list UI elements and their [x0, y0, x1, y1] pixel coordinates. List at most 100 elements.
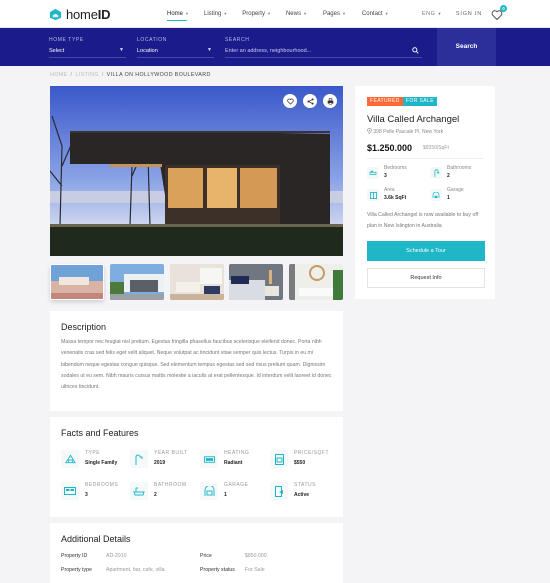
spec-bedrooms: Bedrooms 3 [367, 164, 427, 184]
radiator-icon [200, 450, 218, 468]
thumbnail-modern-house[interactable] [109, 264, 164, 300]
map-pin-icon [367, 127, 372, 134]
nav-property[interactable]: Property ▼ [242, 0, 271, 28]
print-icon [327, 97, 333, 105]
detail-price: Price [200, 553, 212, 559]
location-field[interactable]: LOCATION Location ▼ [137, 37, 214, 59]
search-button[interactable]: Search [437, 28, 496, 66]
thumbnail-image [109, 264, 164, 300]
chevron-down-icon: ▼ [185, 11, 189, 16]
language-selector[interactable]: ENG ▼ [422, 11, 442, 17]
favorite-button[interactable] [283, 94, 297, 108]
breadcrumb-current: VILLA ON HOLLYWOOD BOULEVARD [106, 72, 211, 78]
detail-property-status-value: For Sale [245, 567, 265, 573]
caret-down-icon: ▼ [119, 47, 124, 53]
breadcrumb: HOME / LISTING / VILLA ON HOLLYWOOD BOULEVAR… [50, 72, 211, 78]
fact-garage: GARAGE 1 [200, 480, 270, 502]
share-icon [306, 97, 314, 105]
print-button[interactable] [323, 94, 337, 108]
nav-pages[interactable]: Pages ▼ [323, 0, 346, 28]
location-label: LOCATION [137, 37, 167, 43]
sign-in-link[interactable]: SIGN IN [456, 11, 482, 17]
thumbnail-image [229, 264, 284, 300]
breadcrumb-listing[interactable]: LISTING [75, 72, 98, 78]
logo-icon [49, 8, 62, 21]
request-info-button[interactable]: Request Info [367, 268, 485, 288]
fact-price-sqft: PRICE/SQFT $550 [270, 448, 340, 470]
status-icon [270, 482, 288, 500]
fact-status: STATUS Active [270, 480, 340, 502]
fact-heating: HEATING Radiant [200, 448, 270, 470]
spec-garage: Garage 1 [430, 186, 490, 206]
nav-contact[interactable]: Contact ▼ [362, 0, 389, 28]
house-icon [61, 450, 79, 468]
thumbnail-bathroom[interactable] [289, 264, 343, 300]
description-section: Description Massa tempor nec feugiat nis… [50, 311, 343, 411]
search-input[interactable]: Enter an address, neighbourhood... [225, 47, 422, 58]
garage-icon [200, 482, 218, 500]
detail-price-value: $850.000 [245, 553, 267, 559]
detail-property-type-value: Apartment, bar, cafe, villa [106, 567, 165, 573]
bed-icon [367, 167, 379, 179]
price-per-sqft: $9350/SqFt [423, 145, 449, 151]
breadcrumb-home[interactable]: HOME [50, 72, 68, 78]
description-text: Massa tempor nec feugiat nisl pretium. E… [61, 339, 332, 391]
logo-text: homeID [66, 7, 111, 22]
search-icon [412, 47, 419, 54]
facts-features-section: Facts and Features TYPE Single Family YE… [50, 417, 343, 517]
fact-bedrooms: BEDROOMS 3 [61, 480, 131, 502]
listing-summary-card: FEATURED FOR SALE Villa Called Archangel… [355, 86, 495, 299]
nav-news[interactable]: News ▼ [286, 0, 307, 28]
chevron-down-icon: ▼ [302, 11, 307, 16]
faucet-icon [130, 450, 148, 468]
schedule-tour-button[interactable]: Schedule a Tour [367, 241, 485, 261]
nav-listing[interactable]: Listing ▼ [204, 0, 227, 28]
search-label: SEARCH [225, 37, 250, 43]
home-type-label: HOME TYPE [49, 37, 84, 43]
home-type-field[interactable]: HOME TYPE Select ▼ [49, 37, 126, 59]
property-title: Villa Called Archangel [367, 114, 460, 125]
main-property-image[interactable] [50, 86, 343, 256]
price-tag-icon [270, 450, 288, 468]
detail-property-id-value: AD-2910 [106, 553, 127, 559]
chevron-down-icon: ▼ [437, 11, 442, 16]
logo[interactable]: homeID [49, 7, 111, 22]
garage-icon [430, 189, 442, 201]
heart-icon [286, 98, 294, 105]
for-sale-badge: FOR SALE [403, 97, 437, 106]
detail-property-status: Property status [200, 567, 235, 573]
wishlist-button[interactable]: 0 [491, 5, 507, 21]
header-actions: ENG ▼ SIGN IN 0 [422, 0, 507, 28]
facts-title: Facts and Features [61, 428, 139, 438]
property-price: $1.250.000 [367, 143, 413, 153]
thumbnail-image [51, 265, 103, 299]
top-header: homeID Home ▼ Listing ▼ Property ▼ News ▼ Pa… [0, 0, 550, 28]
thumbnail-living-room[interactable] [169, 264, 224, 300]
property-address: 398 Pelle Pascale Pl, New York [367, 127, 443, 135]
thumbnail-image [169, 264, 224, 300]
thumbnail-bedroom[interactable] [229, 264, 284, 300]
thumbnail-strip [50, 264, 343, 300]
spec-area: Area 3.6k SqFt [367, 186, 427, 206]
nav-home[interactable]: Home ▼ [167, 0, 189, 28]
search-field[interactable]: SEARCH Enter an address, neighbourhood..… [225, 37, 422, 59]
main-nav: Home ▼ Listing ▼ Property ▼ News ▼ Pages ▼ Co… [167, 0, 389, 28]
wishlist-count-badge: 0 [500, 5, 507, 12]
chevron-down-icon: ▼ [341, 11, 346, 16]
home-type-select[interactable]: Select ▼ [49, 47, 126, 58]
divider [367, 158, 483, 159]
additional-details-section: Additional Details Property ID AD-2910 P… [50, 523, 343, 583]
additional-title: Additional Details [61, 534, 131, 544]
thumbnail-image [289, 264, 343, 300]
chevron-down-icon: ▼ [223, 11, 228, 16]
property-summary: Villa Called Archangel is now available … [367, 212, 479, 229]
bed-icon [61, 482, 79, 500]
thumbnail-exterior-terrace[interactable] [50, 264, 104, 300]
chevron-down-icon: ▼ [266, 11, 271, 16]
caret-down-icon: ▼ [207, 47, 212, 53]
description-title: Description [61, 322, 107, 332]
featured-badge: FEATURED [367, 97, 403, 106]
share-button[interactable] [303, 94, 317, 108]
fact-year-built: YEAR BUILT 2019 [130, 448, 200, 470]
location-select[interactable]: Location ▼ [137, 47, 214, 58]
